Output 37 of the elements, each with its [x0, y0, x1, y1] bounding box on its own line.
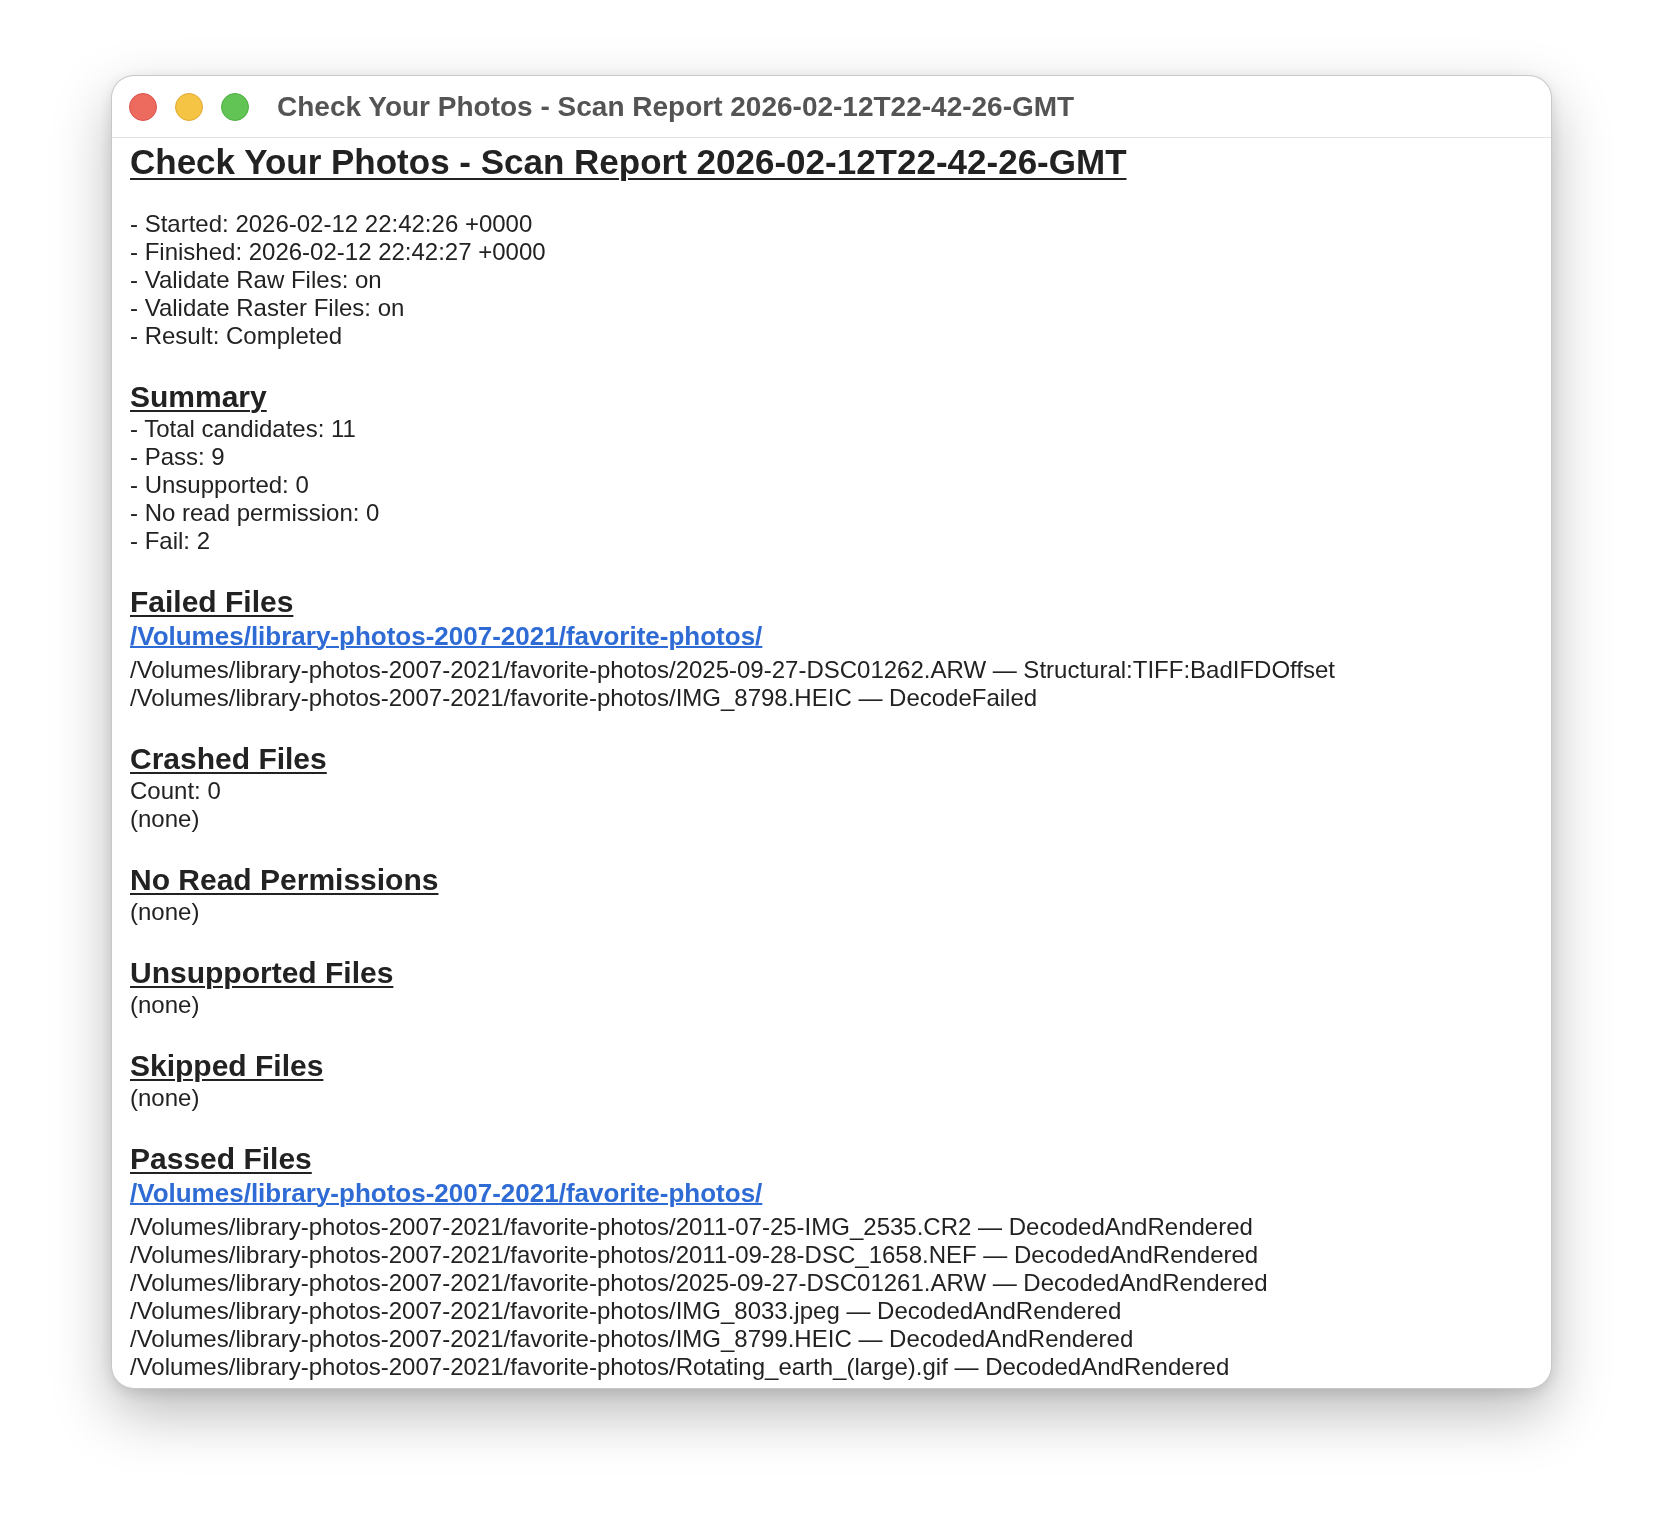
report-detail: - Result: Completed: [130, 322, 343, 350]
report-line: - Fail: 2: [130, 527, 210, 555]
section-heading: No Read Permissions: [130, 863, 439, 897]
section-heading: Skipped Files: [130, 1049, 324, 1083]
report-line: (none): [130, 898, 200, 926]
close-button[interactable]: [129, 92, 157, 121]
report-line: (none): [130, 1084, 200, 1112]
section-heading: Unsupported Files: [130, 956, 394, 990]
report-line: /Volumes/library-photos-2007-2021/favorite-photos/IMG_8033.jpeg — DecodedAndRendered: [130, 1297, 1122, 1325]
report-line: (none): [130, 805, 200, 833]
report-line: - No read permission: 0: [130, 499, 380, 527]
report-line: Count: 0: [130, 777, 221, 805]
report-line: /Volumes/library-photos-2007-2021/favorite-photos/2011-09-28-DSC_1658.NEF — DecodedAndRendered: [130, 1241, 1259, 1269]
report-line: - Pass: 9: [130, 443, 225, 471]
report-line: /Volumes/library-photos-2007-2021/favorite-photos/IMG_8799.HEIC — DecodedAndRendered: [130, 1325, 1134, 1353]
report-line: /Volumes/library-photos-2007-2021/favorite-photos/Rotating_earth_(large).gif — DecodedAndRendered: [130, 1353, 1230, 1381]
window-title: Check Your Photos - Scan Report 2026-02-12T22-42-26-GMT: [277, 90, 1075, 123]
section-heading: Summary: [130, 380, 267, 414]
report-line: /Volumes/library-photos-2007-2021/favorite-photos/IMG_8798.HEIC — DecodeFailed: [130, 684, 1038, 712]
report-detail: - Started: 2026-02-12 22:42:26 +0000: [130, 210, 533, 238]
section-heading: Crashed Files: [130, 742, 327, 776]
report-line: - Unsupported: 0: [130, 471, 309, 499]
report-detail: - Validate Raw Files: on: [130, 266, 382, 294]
report-line: /Volumes/library-photos-2007-2021/favorite-photos/2025-09-27-DSC01262.ARW — Structural:TIFF:BadIFDOffset: [130, 656, 1335, 684]
report-line: - Total candidates: 11: [130, 415, 356, 443]
minimize-button[interactable]: [175, 92, 203, 121]
report-detail: - Finished: 2026-02-12 22:42:27 +0000: [130, 238, 546, 266]
report-line: (none): [130, 991, 200, 1019]
report-title: Check Your Photos - Scan Report 2026-02-12T22-42-26-GMT: [130, 142, 1127, 182]
report-detail: - Validate Raster Files: on: [130, 294, 405, 322]
report-line: /Volumes/library-photos-2007-2021/favorite-photos/2011-07-25-IMG_2535.CR2 — DecodedAndRendered: [130, 1213, 1253, 1241]
report-line: /Volumes/library-photos-2007-2021/favorite-photos/2025-09-27-DSC01261.ARW — DecodedAndRendered: [130, 1269, 1268, 1297]
folder-link[interactable]: /Volumes/library-photos-2007-2021/favorite-photos/: [130, 1178, 763, 1208]
folder-link[interactable]: /Volumes/library-photos-2007-2021/favorite-photos/: [130, 621, 763, 651]
section-heading: Passed Files: [130, 1142, 312, 1176]
maximize-button[interactable]: [221, 92, 249, 121]
section-heading: Failed Files: [130, 585, 294, 619]
